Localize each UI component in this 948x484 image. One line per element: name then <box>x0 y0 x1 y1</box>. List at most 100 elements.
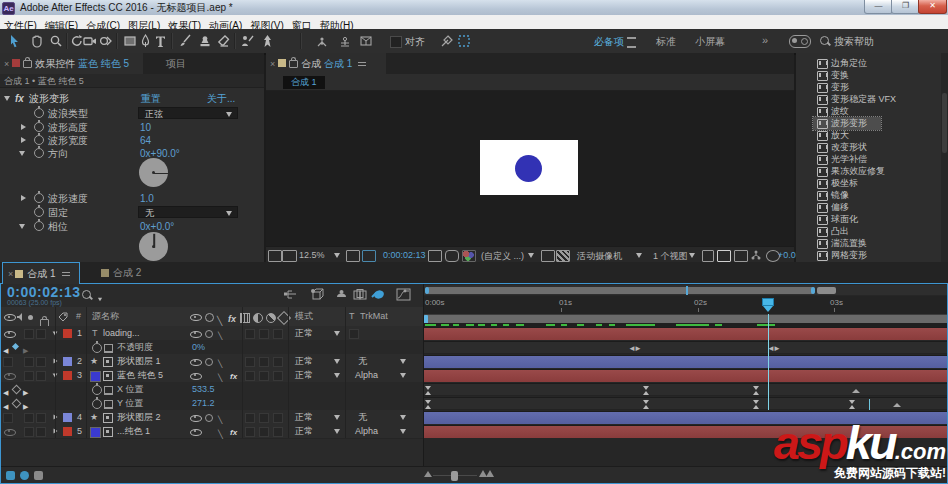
video-toggle[interactable] <box>3 357 13 367</box>
axis-view-icon[interactable] <box>358 33 375 49</box>
keyframe-ease-icon[interactable] <box>893 403 901 407</box>
keyframe-pair-icon[interactable]: ◄► <box>628 344 640 353</box>
blend-mode-arrow-icon[interactable] <box>334 331 340 336</box>
keyframe-ease-icon[interactable] <box>852 389 860 393</box>
frame-blending-icon[interactable] <box>352 287 368 301</box>
collapse-switch-icon[interactable] <box>205 358 213 366</box>
expand-triangle-icon[interactable] <box>4 96 10 101</box>
effects-scrollbar[interactable] <box>941 53 948 262</box>
magnification-value[interactable]: 12.5% <box>299 250 325 260</box>
layer-name[interactable]: 形状图层 2 <box>117 410 161 424</box>
audio-toggle[interactable] <box>24 329 34 339</box>
about-link[interactable]: 关于... <box>207 92 235 105</box>
trkmat-value[interactable]: 无 <box>358 410 367 424</box>
navigator-extra-handle[interactable] <box>817 287 836 294</box>
snap-label[interactable]: 对齐 <box>405 35 425 49</box>
selection-follows-icon[interactable] <box>456 33 473 49</box>
effect-item[interactable]: 波纹 <box>796 105 948 117</box>
trkmat-arrow-icon[interactable] <box>400 429 406 434</box>
close-button[interactable]: ✕ <box>918 0 947 14</box>
type-tool[interactable] <box>152 33 169 49</box>
motion-blur-icon[interactable] <box>371 287 387 301</box>
search-help-icon[interactable] <box>820 36 829 45</box>
param-value[interactable]: 0x+0.0° <box>140 220 174 233</box>
shape-tool[interactable] <box>121 33 138 49</box>
wave-type-dropdown[interactable]: 正弦 <box>138 107 238 119</box>
property-label[interactable]: X 位置 <box>117 382 144 396</box>
workspace-tab-essentials[interactable]: 必备项 <box>594 35 624 49</box>
label-color-swatch[interactable] <box>63 413 72 422</box>
stopwatch-icon[interactable] <box>34 148 44 158</box>
blend-mode-arrow-icon[interactable] <box>334 415 340 420</box>
expand-triangle-icon[interactable] <box>19 151 25 156</box>
video-toggle-icon[interactable] <box>4 331 16 338</box>
zoom-slider-thumb[interactable] <box>451 471 458 481</box>
expand-in-point-icon[interactable] <box>6 471 15 480</box>
tab-effect-controls[interactable]: ×效果控件 蓝色 纯色 5 <box>0 53 143 74</box>
frame-blend-box[interactable] <box>245 413 255 423</box>
keyframe-icon[interactable] <box>643 386 650 395</box>
adjustment-box[interactable] <box>273 413 283 423</box>
property-label[interactable]: 不透明度 <box>117 340 153 354</box>
expand-triangle-icon[interactable] <box>19 224 25 229</box>
blend-mode-arrow-icon[interactable] <box>334 359 340 364</box>
frame-blend-box[interactable] <box>245 371 255 381</box>
zoom-tool[interactable] <box>47 33 64 49</box>
property-value[interactable]: 0% <box>192 340 205 354</box>
hand-tool[interactable] <box>28 33 45 49</box>
expand-transfer-icon[interactable] <box>34 471 43 480</box>
snapshot-icon[interactable] <box>428 250 442 262</box>
effect-item[interactable]: 镜像 <box>796 189 948 201</box>
close-tab-icon[interactable]: × <box>8 269 13 279</box>
close-tab-icon[interactable]: × <box>270 59 275 69</box>
search-icon[interactable] <box>82 290 91 299</box>
trkmat-box[interactable] <box>349 329 359 339</box>
resolution-icon[interactable] <box>541 250 555 262</box>
blend-mode-arrow-icon[interactable] <box>334 373 340 378</box>
param-value[interactable]: 1.0 <box>140 192 154 205</box>
close-tab-icon[interactable]: × <box>4 59 9 69</box>
effect-item[interactable]: 边角定位 <box>796 57 948 69</box>
trkmat-arrow-icon[interactable] <box>400 359 406 364</box>
expand-triangle-icon[interactable] <box>21 137 26 143</box>
timeline-tab-comp1[interactable]: ×合成 1 <box>2 262 80 284</box>
audio-toggle[interactable] <box>24 427 34 437</box>
keyframe-icon[interactable] <box>425 386 432 395</box>
video-toggle-icon[interactable] <box>4 429 16 436</box>
effect-item[interactable]: 果冻效应修复 <box>796 165 948 177</box>
adjustment-box[interactable] <box>273 371 283 381</box>
magnification-arrow-icon[interactable] <box>334 253 340 258</box>
graph-icon[interactable] <box>104 400 113 409</box>
time-ruler[interactable]: 0:00s 01s 02s 03s <box>424 296 948 314</box>
label-color-swatch[interactable] <box>63 357 72 366</box>
property-value[interactable]: 533.5 <box>192 382 215 396</box>
effect-item[interactable]: 凸出 <box>796 225 948 237</box>
mode-column-label[interactable]: 模式 <box>295 307 313 326</box>
pan-behind-tool[interactable] <box>97 33 114 49</box>
playhead-marker[interactable] <box>762 298 774 312</box>
effect-item[interactable]: 变形稳定器 VFX <box>796 93 948 105</box>
frame-blend-box[interactable] <box>245 329 255 339</box>
shy-layers-icon[interactable] <box>334 287 350 301</box>
navigator-start-handle[interactable] <box>425 287 429 294</box>
layer-bar-2-blue[interactable] <box>424 355 948 368</box>
trkmat-value[interactable]: Alpha <box>355 424 378 438</box>
keyframe-icon[interactable] <box>849 400 856 409</box>
property-row-opacity[interactable]: ◀ ▶ 不透明度 0% <box>0 340 423 355</box>
mask-rulers-icon[interactable] <box>362 250 376 262</box>
stopwatch-icon[interactable] <box>92 399 102 409</box>
motion-blur-box[interactable] <box>259 413 269 423</box>
layer-bar-1-red[interactable] <box>424 327 948 340</box>
fast-preview-icon[interactable] <box>717 250 731 262</box>
search-arrow-icon[interactable] <box>98 298 102 302</box>
phase-dial[interactable] <box>139 232 168 261</box>
solo-toggle[interactable] <box>36 357 46 367</box>
frame-blend-box[interactable] <box>245 427 255 437</box>
panel-menu-icon[interactable] <box>62 272 70 276</box>
layer-row-3[interactable]: 3 蓝色 纯色 5 ╲ fx 正常 Alpha <box>0 368 423 383</box>
label-color-swatch[interactable] <box>63 371 72 380</box>
keyframe-icon[interactable] <box>643 400 650 409</box>
zoom-in-icon2[interactable] <box>486 470 494 477</box>
property-value[interactable]: 271.2 <box>192 396 215 410</box>
y-position-keyframe-track[interactable] <box>424 397 948 410</box>
